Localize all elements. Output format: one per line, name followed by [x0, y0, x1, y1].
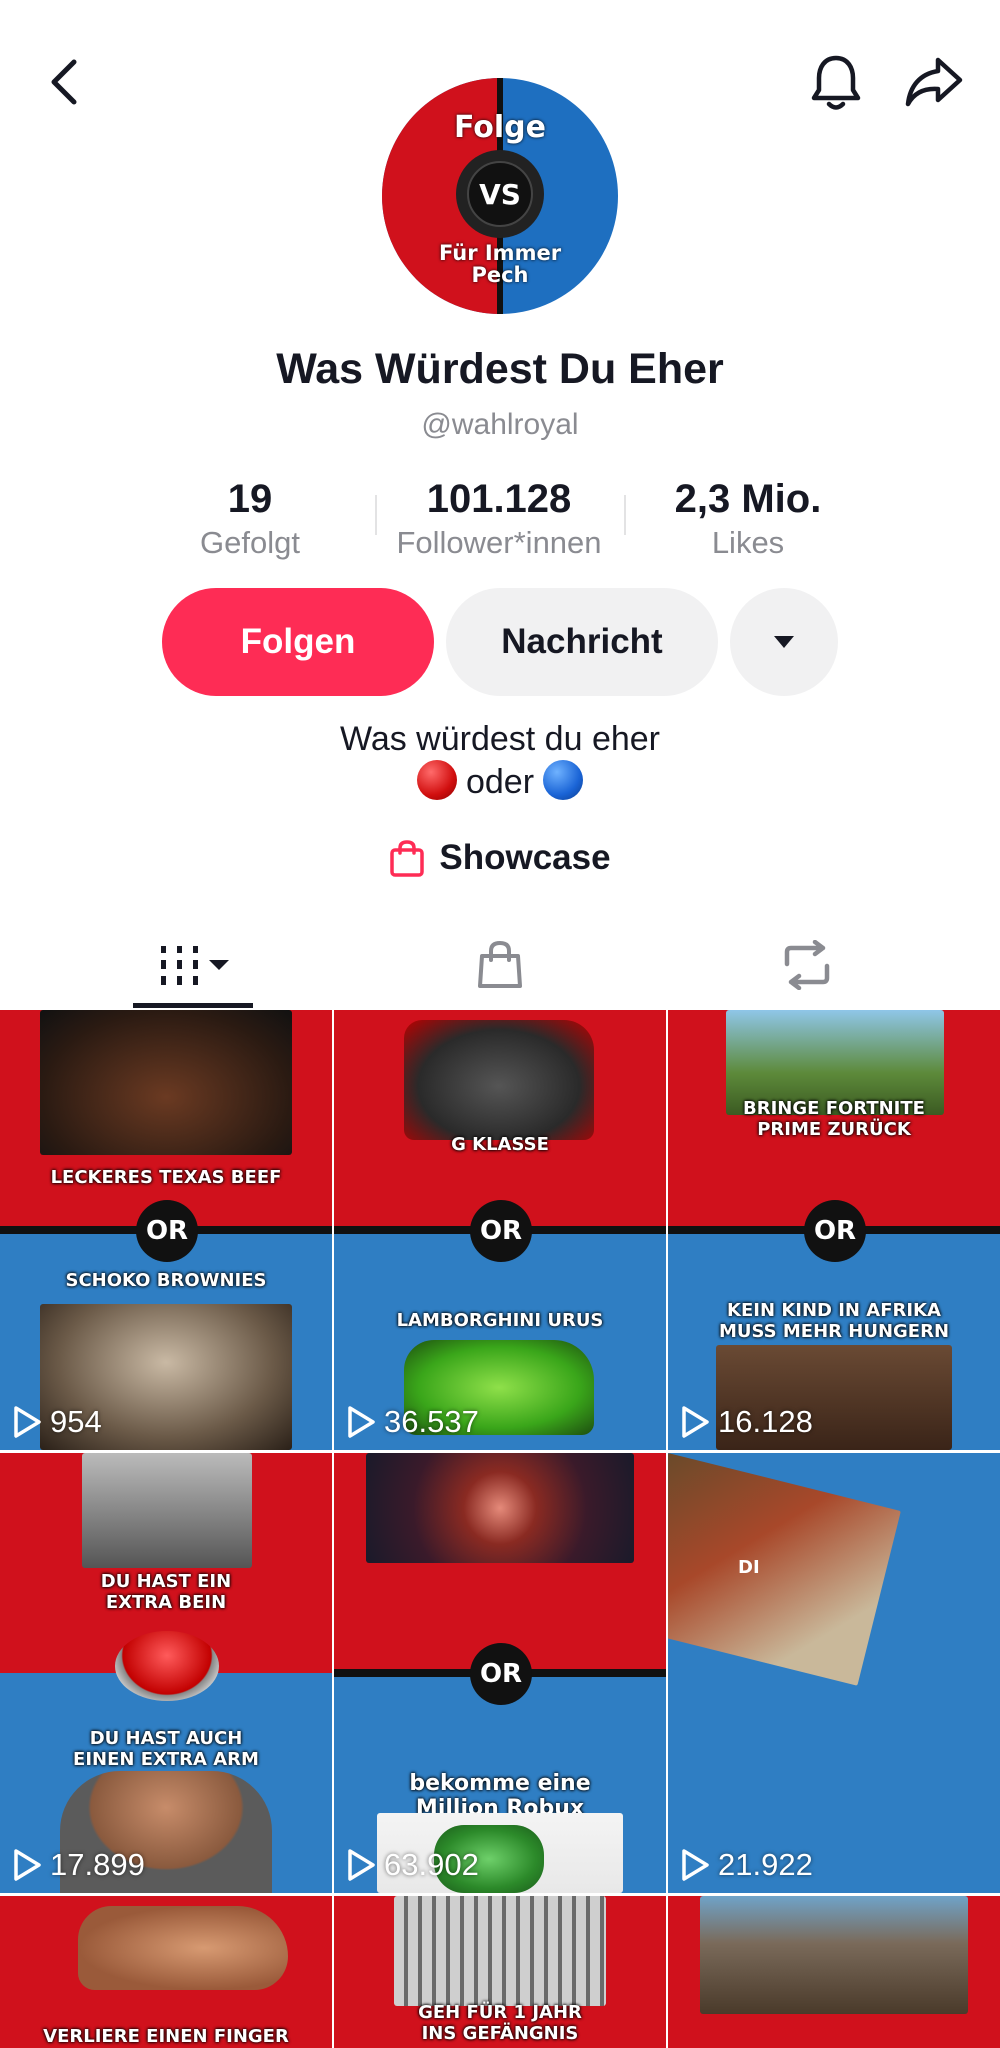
share-arrow-icon [905, 57, 963, 107]
cell-image [366, 1453, 634, 1563]
top-caption: Du hast ein extra Bein [100, 1571, 232, 1613]
view-count-value: 21.922 [718, 1847, 813, 1882]
top-caption: Bringe Fortnite Prime zurück [743, 1098, 925, 1140]
bottom-caption: Kein Kind in Afrika muss mehr hungern [718, 1300, 950, 1342]
follow-button[interactable]: Folgen [162, 588, 434, 696]
video-thumbnail[interactable]: G Klasse OR Lamborghini Urus 36.537 [334, 1010, 666, 1450]
video-thumbnail[interactable]: DI 21.922 [668, 1453, 1000, 1893]
view-count-value: 17.899 [50, 1847, 145, 1882]
notification-button[interactable] [796, 42, 876, 122]
top-caption: Verliere einen Finger [43, 2026, 289, 2047]
shopping-bag-icon [390, 840, 425, 877]
food-image [40, 1010, 292, 1155]
or-badge: OR [470, 1200, 532, 1262]
showcase-link[interactable]: Showcase [0, 838, 1000, 878]
video-thumbnail[interactable]: OR bekomme eine Million Robux 63.902 [334, 1453, 666, 1893]
or-badge: OR [470, 1643, 532, 1705]
shopping-bag-icon [477, 940, 522, 988]
stat-followers-value: 101.128 [426, 477, 572, 521]
view-count: 17.899 [12, 1847, 145, 1883]
bottom-caption: Du hast auch einen extra Arm [73, 1728, 259, 1770]
video-thumbnail[interactable]: Du hast ein extra Bein Du hast auch eine… [0, 1453, 332, 1893]
stat-following[interactable]: 19 Gefolgt [125, 475, 375, 563]
bio-or-text: oder [465, 763, 535, 801]
active-tab-indicator [133, 1003, 253, 1008]
grid-filter-icon [160, 946, 229, 985]
stat-likes-value: 2,3 Mio. [674, 477, 822, 521]
or-badge: OR [136, 1200, 198, 1262]
hand-image [78, 1906, 288, 1990]
profile-handle: @wahlroyal [421, 408, 579, 441]
repost-icon [784, 940, 829, 990]
view-count: 954 [12, 1404, 102, 1440]
partial-caption: DI [738, 1557, 760, 1578]
stat-following-value: 19 [227, 477, 273, 521]
play-icon [682, 1406, 709, 1438]
stat-likes-label: Likes [711, 525, 785, 560]
bio-line-2: oder [0, 760, 1000, 803]
message-button[interactable]: Nachricht [446, 588, 718, 696]
red-circle-icon [416, 760, 457, 800]
stat-likes[interactable]: 2,3 Mio. Likes [623, 475, 873, 563]
video-thumbnail[interactable]: Bringe Fortnite Prime zurück OR Kein Kin… [668, 1010, 1000, 1450]
blue-circle-icon [543, 760, 584, 800]
top-caption: Leckeres Texas Beef [50, 1167, 282, 1188]
play-icon [348, 1849, 375, 1881]
back-button[interactable] [24, 42, 104, 122]
tab-videos[interactable] [30, 920, 363, 1010]
play-icon [682, 1849, 709, 1881]
view-count: 36.537 [346, 1404, 479, 1440]
video-thumbnail[interactable]: Verliere einen Finger [0, 1896, 332, 2048]
suggested-accounts-button[interactable] [730, 588, 838, 696]
view-count-value: 63.902 [384, 1847, 479, 1882]
car-image [404, 1020, 594, 1140]
video-thumbnail[interactable]: Leckeres Texas Beef OR Schoko Brownies 9… [0, 1010, 332, 1450]
avatar-center-text: VS [479, 178, 521, 211]
showcase-label: Showcase [439, 838, 611, 877]
stat-followers[interactable]: 101.128 Follower*innen [374, 475, 624, 563]
view-count-value: 36.537 [384, 1404, 479, 1439]
profile-bio: Was würdest du eher oder [0, 718, 1000, 803]
play-icon [14, 1849, 41, 1881]
profile-display-name: Was Würdest Du Eher [276, 345, 724, 393]
video-thumbnail[interactable]: Geh für 1 Jahr ins Gefängnis [334, 1896, 666, 2048]
caret-down-icon [774, 636, 794, 648]
profile-tabs [0, 920, 1000, 1010]
tab-shop[interactable] [333, 920, 666, 1010]
prison-image [394, 1896, 606, 2006]
photo-image [82, 1453, 252, 1568]
bio-line-1: Was würdest du eher [340, 720, 660, 758]
play-icon [14, 1406, 41, 1438]
video-thumbnail[interactable] [668, 1896, 1000, 2048]
bottom-caption: Schoko Brownies [65, 1270, 267, 1291]
view-count: 16.128 [680, 1404, 813, 1440]
view-count: 63.902 [346, 1847, 479, 1883]
avatar-bottom-text: Für Immer Pech [438, 241, 562, 287]
play-icon [348, 1406, 375, 1438]
avatar-top-text: Folge [454, 110, 546, 145]
top-caption: G Klasse [451, 1134, 549, 1155]
top-caption: Geh für 1 Jahr ins Gefängnis [418, 2002, 582, 2044]
view-count-value: 954 [50, 1404, 102, 1439]
stat-followers-label: Follower*innen [396, 525, 602, 560]
stat-following-label: Gefolgt [200, 525, 300, 560]
tab-reposts[interactable] [640, 920, 973, 1010]
village-image [700, 1896, 968, 2014]
view-count-value: 16.128 [718, 1404, 813, 1439]
bell-icon [811, 55, 861, 110]
chevron-left-icon [51, 59, 77, 105]
red-button-image [115, 1631, 219, 1701]
bottom-caption: Lamborghini Urus [396, 1310, 604, 1331]
profile-avatar[interactable]: Folge VS Für Immer Pech [380, 76, 620, 316]
share-button[interactable] [894, 42, 974, 122]
or-badge: OR [804, 1200, 866, 1262]
view-count: 21.922 [680, 1847, 813, 1883]
